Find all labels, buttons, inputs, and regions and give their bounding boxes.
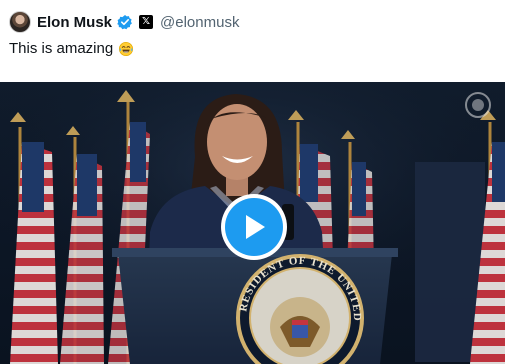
post-header: Elon Musk 𝕏 @elonmusk This is amazing [0, 0, 505, 82]
author-row: Elon Musk 𝕏 @elonmusk [37, 12, 239, 32]
post-text-content: This is amazing [9, 40, 114, 57]
seal-watermark-icon [465, 92, 491, 118]
play-button[interactable] [221, 194, 287, 260]
avatar[interactable] [9, 11, 31, 33]
play-icon [246, 215, 265, 239]
video-player[interactable]: RESIDENT OF THE UNITED [0, 82, 505, 364]
verified-badge-icon [117, 15, 132, 30]
podium: RESIDENT OF THE UNITED [112, 248, 398, 364]
post-text: This is amazing [9, 40, 134, 57]
x-logo-icon: 𝕏 [139, 15, 154, 29]
tears-of-joy-emoji-icon [119, 41, 134, 56]
author-handle[interactable]: @elonmusk [160, 14, 239, 31]
author-display-name[interactable]: Elon Musk [37, 14, 112, 31]
